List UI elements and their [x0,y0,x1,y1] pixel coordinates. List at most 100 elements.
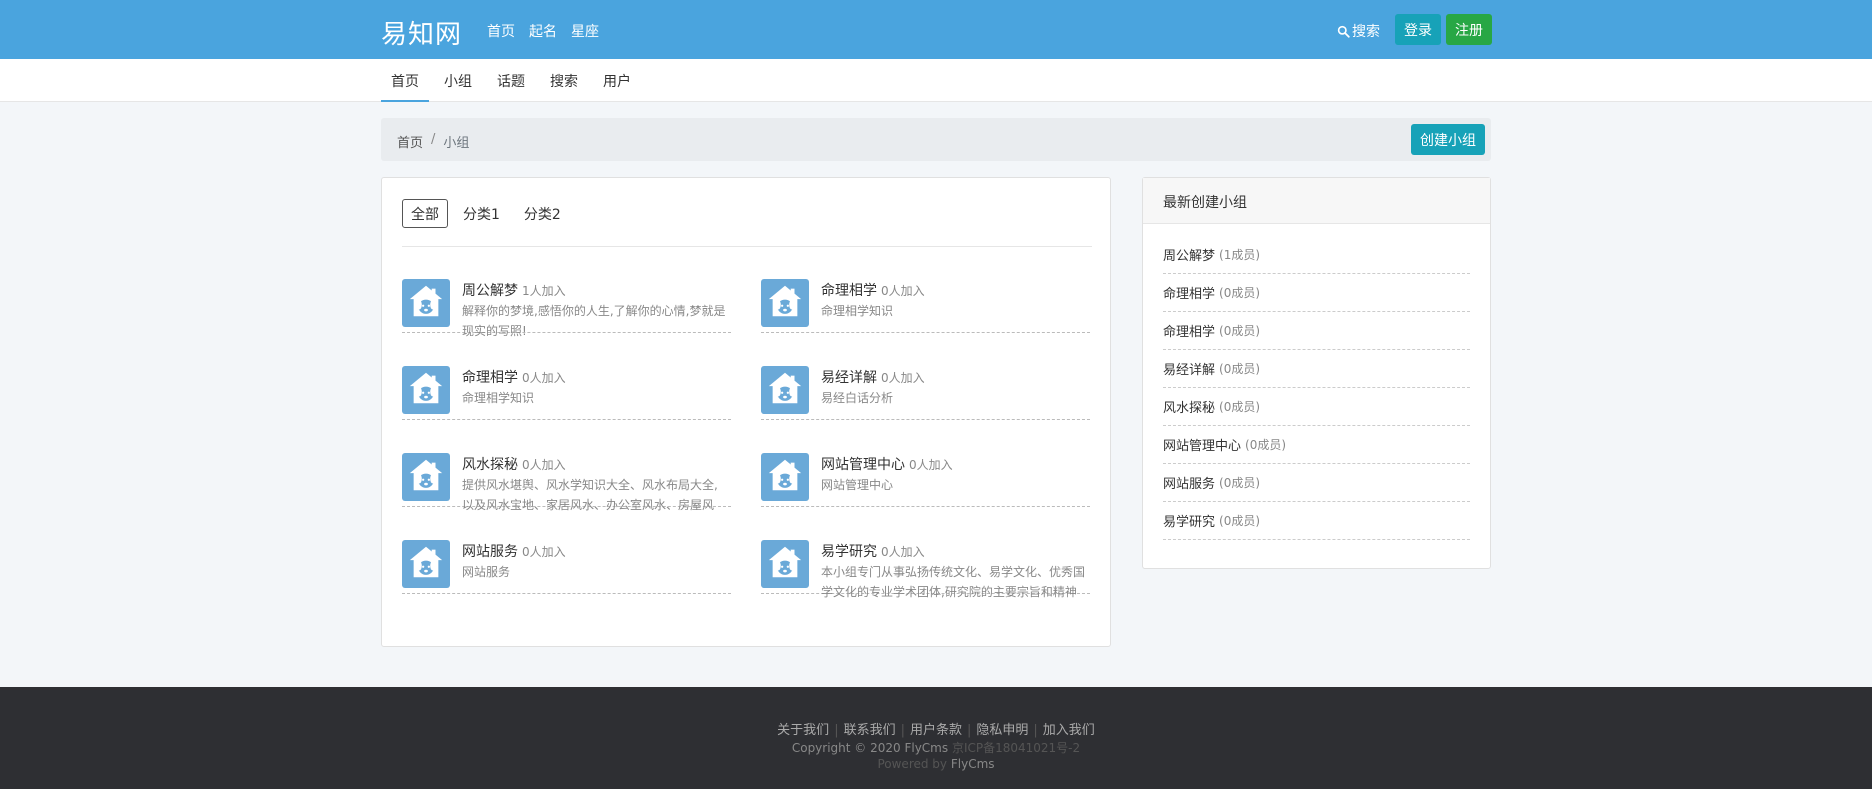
latest-groups-list: 周公解梦 (1成员) 命理相学 (0成员) 命理相学 (0成员) 易经详解 (0成员) 风水探秘… [1163,236,1470,540]
latest-group-name[interactable]: 网站管理中心 [1163,435,1241,454]
group-avatar[interactable] [761,540,809,588]
group-item[interactable]: 命理相学 0人加入 命理相学知识 [761,261,1090,333]
latest-group-item[interactable]: 网站管理中心 (0成员) [1163,426,1470,464]
latest-group-name[interactable]: 易经详解 [1163,359,1215,378]
group-avatar[interactable] [402,366,450,414]
group-item[interactable]: 网站管理中心 0人加入 网站管理中心 [761,435,1090,507]
latest-group-item[interactable]: 易学研究 (0成员) [1163,502,1470,540]
group-description: 解释你的梦境,感悟你的人生,了解你的心情,梦就是现实的写照! [462,304,726,337]
group-avatar[interactable] [402,279,450,327]
group-avatar[interactable] [402,540,450,588]
latest-group-item[interactable]: 风水探秘 (0成员) [1163,388,1470,426]
group-name[interactable]: 周公解梦 [462,283,518,299]
latest-group-name[interactable]: 网站服务 [1163,473,1215,492]
header-search-link[interactable]: 搜索 [1337,21,1380,41]
tabs-divider [402,246,1092,247]
group-member-count: 0人加入 [522,371,566,385]
footer-link[interactable]: 隐私申明 [976,723,1028,738]
footer-link-separator: | [900,723,905,738]
group-name[interactable]: 易经详解 [821,370,877,386]
group-member-count: 0人加入 [881,284,925,298]
group-description: 本小组专门从事弘扬传统文化、易学文化、优秀国学文化的专业学术团体,研究院的主要宗… [821,565,1086,598]
site-logo[interactable]: 易知网 [381,14,462,51]
footer-link[interactable]: 关于我们 [777,723,829,738]
group-item[interactable]: 周公解梦 1人加入解释你的梦境,感悟你的人生,了解你的心情,梦就是现实的写照! [402,261,731,337]
footer-link-separator: | [834,723,839,738]
house-dog-icon [407,282,445,324]
group-item[interactable]: 命理相学 0人加入 命理相学知识 [402,348,731,420]
sub-nav-inner: 首页 小组 话题 搜索 用户 [381,59,646,102]
footer-link[interactable]: 加入我们 [1043,723,1095,738]
group-name[interactable]: 命理相学 [462,370,518,386]
footer-copyright: Copyright © 2020 FlyCms 京ICP备18041021号-2 [0,739,1872,756]
group-avatar[interactable] [761,279,809,327]
footer-link[interactable]: 用户条款 [910,723,962,738]
register-button[interactable]: 注册 [1446,14,1492,45]
tab-category-1[interactable]: 分类1 [454,199,509,228]
group-avatar[interactable] [402,453,450,501]
group-name[interactable]: 风水探秘 [462,457,518,473]
latest-group-name[interactable]: 风水探秘 [1163,397,1215,416]
house-dog-icon [407,369,445,411]
group-avatar[interactable] [761,366,809,414]
latest-groups-title: 最新创建小组 [1143,178,1490,224]
latest-group-name[interactable]: 周公解梦 [1163,245,1215,264]
sub-nav-home[interactable]: 首页 [381,59,429,102]
top-nav-home[interactable]: 首页 [487,21,515,41]
breadcrumb-home[interactable]: 首页 [397,132,423,151]
login-button[interactable]: 登录 [1395,14,1441,45]
group-description: 网站服务 [462,565,511,579]
latest-group-count: (0成员) [1219,476,1261,490]
create-group-button[interactable]: 创建小组 [1411,124,1485,155]
house-dog-icon [407,456,445,498]
latest-group-item[interactable]: 周公解梦 (1成员) [1163,236,1470,274]
latest-group-count: (0成员) [1219,286,1261,300]
breadcrumb-separator: / [431,132,436,147]
latest-group-name[interactable]: 易学研究 [1163,511,1215,530]
breadcrumb-current: 小组 [443,136,470,151]
footer-link[interactable]: 联系我们 [844,723,896,738]
latest-group-item[interactable]: 命理相学 (0成员) [1163,312,1470,350]
group-item[interactable]: 网站服务 0人加入 网站服务 [402,522,731,594]
tab-category-2[interactable]: 分类2 [515,199,570,228]
group-name[interactable]: 网站服务 [462,544,518,560]
search-label: 搜索 [1352,24,1380,40]
latest-group-count: (1成员) [1219,248,1261,262]
sub-nav-groups[interactable]: 小组 [434,59,482,102]
sub-nav-users[interactable]: 用户 [593,59,641,102]
latest-group-item[interactable]: 命理相学 (0成员) [1163,274,1470,312]
footer-link-separator: | [1033,723,1038,738]
group-description: 易经白话分析 [821,391,894,405]
footer: 关于我们 | 联系我们 | 用户条款 | 隐私申明 | 加入我们 Copyright © 202… [0,687,1872,789]
top-nav-horoscope[interactable]: 星座 [571,21,599,41]
group-item[interactable]: 易学研究 0人加入本小组专门从事弘扬传统文化、易学文化、优秀国学文化的专业学术团体… [761,522,1090,598]
latest-group-name[interactable]: 命理相学 [1163,321,1215,340]
group-name[interactable]: 命理相学 [821,283,877,299]
footer-powered: Powered by FlyCms [0,757,1872,771]
group-member-count: 0人加入 [881,371,925,385]
group-item[interactable]: 风水探秘 0人加入 提供风水堪舆、风水学知识大全、风水布局大全,以及风水宝地、家居风… [402,435,731,511]
footer-links: 关于我们 | 联系我们 | 用户条款 | 隐私申明 | 加入我们 [0,719,1872,738]
latest-group-item[interactable]: 网站服务 (0成员) [1163,464,1470,502]
group-name[interactable]: 网站管理中心 [821,457,905,473]
house-dog-icon [766,543,804,585]
latest-group-count: (0成员) [1219,400,1261,414]
sub-nav-topics[interactable]: 话题 [487,59,535,102]
sub-nav-search[interactable]: 搜索 [540,59,588,102]
tab-all[interactable]: 全部 [402,199,448,228]
copyright-text: Copyright © 2020 FlyCms [791,741,949,755]
group-list-card: 全部 分类1 分类2 周公解梦 1人加入解释你的梦境,感悟你的人生,了解你的心情,… [381,177,1111,647]
latest-group-item[interactable]: 易经详解 (0成员) [1163,350,1470,388]
footer-link-separator: | [967,723,972,738]
house-dog-icon [766,282,804,324]
latest-groups-card: 最新创建小组 周公解梦 (1成员) 命理相学 (0成员) 命理相学 (0成员) 易经详解 (0… [1142,177,1491,569]
group-avatar[interactable] [761,453,809,501]
icp-number[interactable]: 京ICP备18041021号-2 [952,741,1080,755]
group-name[interactable]: 易学研究 [821,544,877,560]
group-item[interactable]: 易经详解 0人加入易经白话分析 [761,348,1090,420]
top-nav-naming[interactable]: 起名 [529,21,557,41]
group-member-count: 1人加入 [522,284,566,298]
group-member-count: 0人加入 [881,545,925,559]
powered-brand[interactable]: FlyCms [951,757,995,771]
latest-group-name[interactable]: 命理相学 [1163,283,1215,302]
